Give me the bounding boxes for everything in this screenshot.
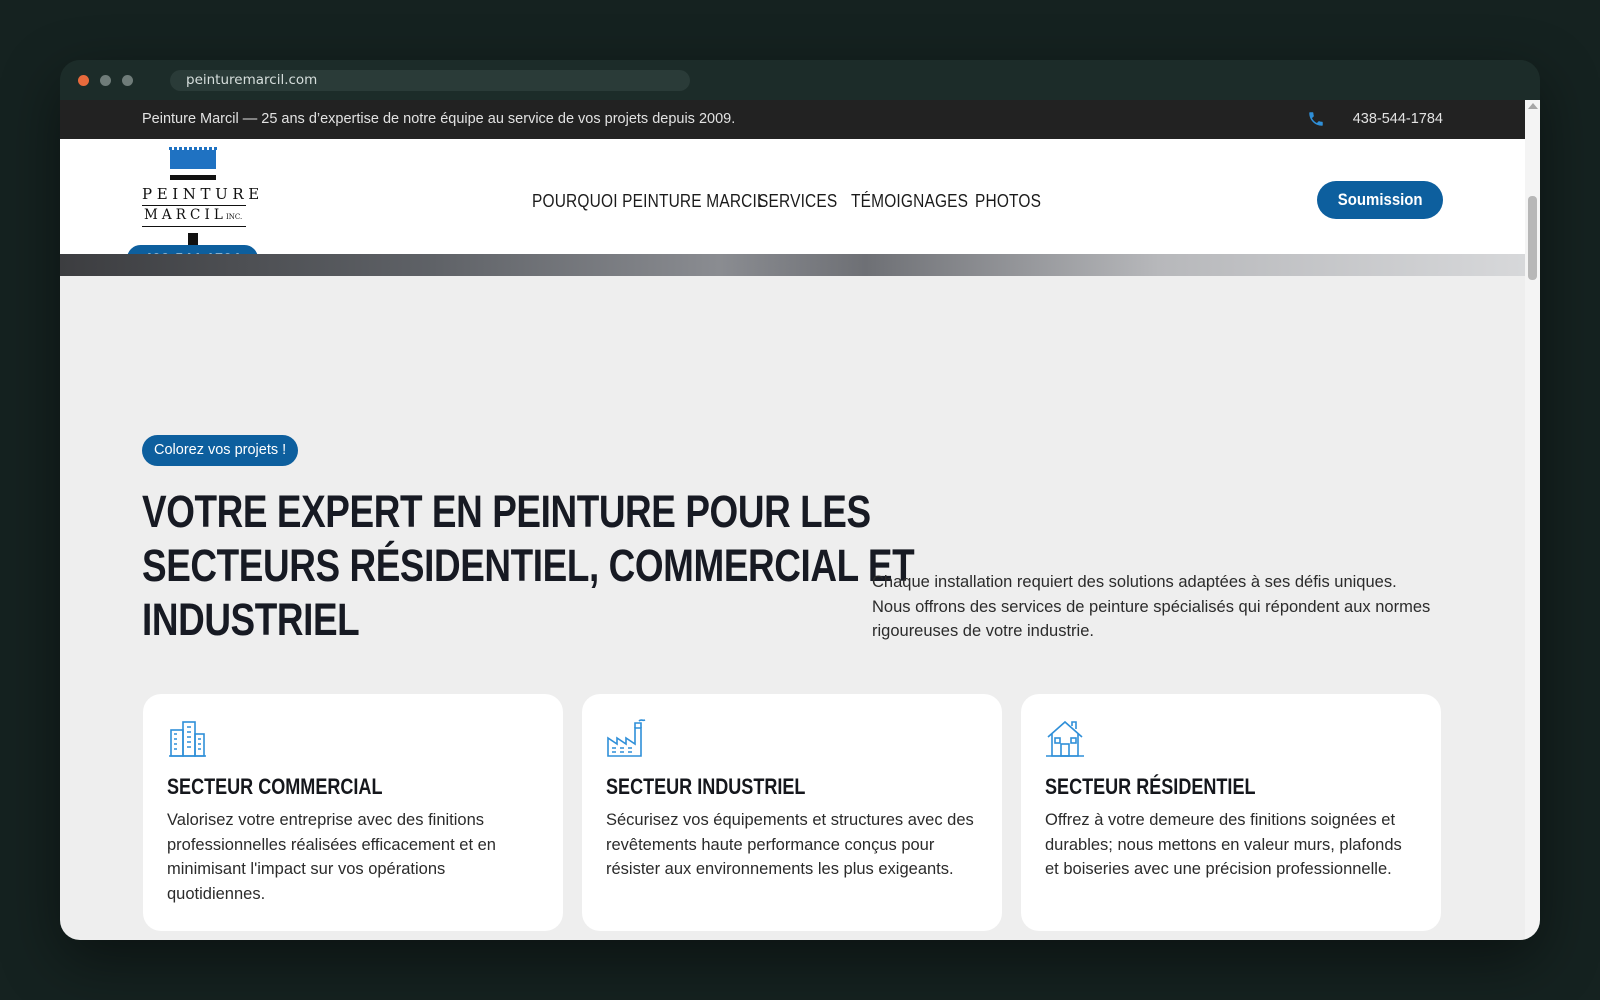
card-title: SECTEUR RÉSIDENTIEL: [1045, 774, 1256, 799]
hero-headline-line: INDUSTRIEL: [142, 594, 360, 645]
logo-rule: [142, 205, 246, 206]
close-window-button[interactable]: [78, 75, 89, 86]
site-header: PEINTURE MARCIL INC. 438-544-1784 POURQU…: [60, 139, 1525, 272]
page-viewport: Peinture Marcil — 25 ans d’expertise de …: [60, 100, 1525, 940]
hero-image-strip: [60, 254, 1525, 276]
scroll-up-arrow-icon[interactable]: [1528, 103, 1538, 109]
hero-intro: Chaque installation requiert des solutio…: [872, 573, 1431, 640]
nav-item-photos[interactable]: PHOTOS: [975, 191, 1041, 212]
hero-headline-line: VOTRE EXPERT EN PEINTURE POUR LES: [142, 486, 871, 537]
card-title: SECTEUR INDUSTRIEL: [606, 774, 806, 799]
browser-titlebar: peinturemarcil.com: [60, 60, 1540, 100]
logo-bar: [170, 175, 216, 180]
browser-window: peinturemarcil.com Peinture Marcil — 25 …: [60, 60, 1540, 940]
maximize-window-button[interactable]: [122, 75, 133, 86]
service-card-commercial[interactable]: SECTEUR COMMERCIAL Valorisez votre entre…: [143, 694, 563, 931]
card-description: Offrez à votre demeure des finitions soi…: [1045, 811, 1402, 878]
logo-text-line2: MARCIL: [144, 207, 227, 223]
factory-icon: [607, 719, 646, 757]
nav-item-pourquoi[interactable]: POURQUOI PEINTURE MARCIL: [532, 191, 766, 212]
logo-suffix: INC.: [226, 213, 243, 221]
logo-paint-mark: [169, 147, 217, 169]
topbar-message: Peinture Marcil — 25 ans d’expertise de …: [142, 111, 736, 127]
service-card-residentiel[interactable]: SECTEUR RÉSIDENTIEL Offrez à votre demeu…: [1021, 694, 1441, 931]
logo-rule: [142, 226, 246, 227]
card-description: Sécurisez vos équipements et structures …: [606, 811, 974, 878]
nav-item-services[interactable]: SERVICES: [758, 191, 837, 212]
top-info-bar: Peinture Marcil — 25 ans d’expertise de …: [60, 100, 1525, 139]
logo-text-line1: PEINTURE: [142, 185, 264, 203]
card-description: Valorisez votre entreprise avec des fini…: [167, 811, 496, 903]
nav-item-temoignages[interactable]: TÉMOIGNAGES: [851, 191, 968, 212]
service-card-industriel[interactable]: SECTEUR INDUSTRIEL Sécurisez vos équipem…: [582, 694, 1002, 931]
house-icon: [1046, 720, 1084, 757]
hero-headline-line: SECTEURS RÉSIDENTIEL, COMMERCIAL ET: [142, 540, 915, 591]
address-bar[interactable]: peinturemarcil.com: [170, 70, 690, 91]
card-title: SECTEUR COMMERCIAL: [167, 774, 383, 799]
scrollbar-thumb[interactable]: [1528, 196, 1537, 280]
soumission-button[interactable]: Soumission: [1317, 181, 1443, 219]
topbar-phone-link[interactable]: 438-544-1784: [1353, 111, 1443, 127]
hero-headline: VOTRE EXPERT EN PEINTURE POUR LES SECTEU…: [142, 485, 915, 647]
phone-icon: [1309, 112, 1323, 126]
office-buildings-icon: [169, 721, 206, 757]
page-scrollbar[interactable]: [1525, 100, 1540, 940]
minimize-window-button[interactable]: [100, 75, 111, 86]
site-logo[interactable]: PEINTURE MARCIL INC.: [142, 145, 264, 253]
soumission-button-label: Soumission: [1337, 190, 1423, 209]
hero-tag: Colorez vos projets !: [142, 435, 299, 466]
